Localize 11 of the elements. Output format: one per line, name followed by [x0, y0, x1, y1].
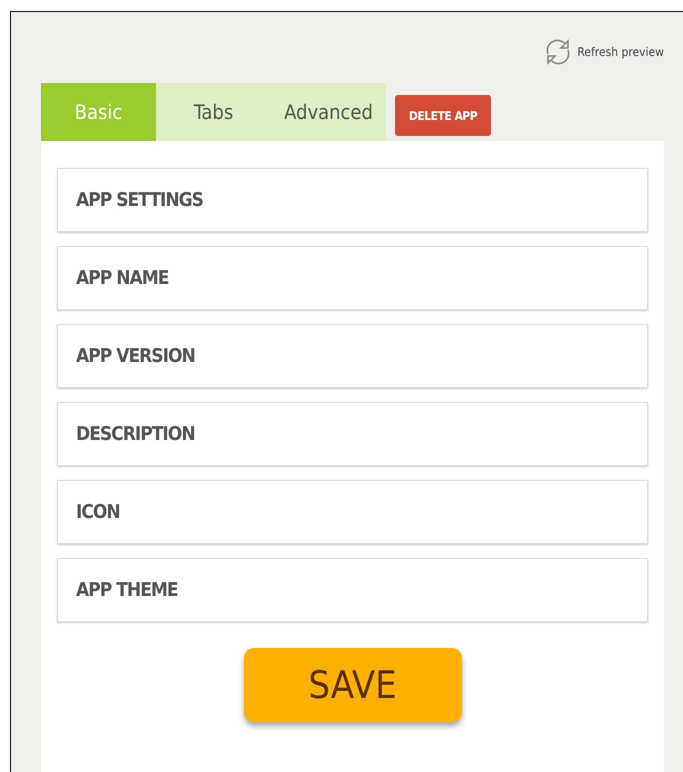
section-header[interactable]: ICON: [57, 480, 648, 544]
section-header[interactable]: DESCRIPTION: [57, 402, 648, 466]
section-header[interactable]: APP VERSION: [57, 324, 648, 388]
refresh-preview-button[interactable]: Refresh preview: [543, 36, 664, 68]
section-header[interactable]: APP NAME: [57, 246, 648, 310]
delete-app-button[interactable]: DELETE APP: [395, 95, 491, 136]
tab[interactable]: Advanced: [271, 83, 386, 141]
save-button[interactable]: SAVE: [244, 648, 462, 722]
section-header[interactable]: APP SETTINGS: [57, 168, 648, 232]
section-header[interactable]: APP THEME: [57, 558, 648, 622]
tab[interactable]: Tabs: [156, 83, 271, 141]
